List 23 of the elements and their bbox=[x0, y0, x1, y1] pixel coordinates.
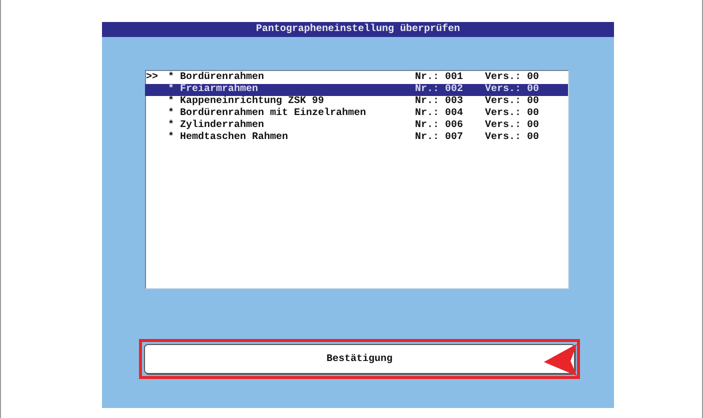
current-marker: >> bbox=[146, 72, 160, 84]
pointer-arrow-icon bbox=[543, 344, 577, 376]
frame-name: * Freiarmrahmen bbox=[168, 84, 260, 96]
frame-version: Vers.: 00 bbox=[485, 84, 540, 96]
frame-number: Nr.: 002 bbox=[415, 84, 464, 96]
frame-version[interactable]: Vers.: 00 bbox=[485, 108, 540, 120]
window-title: Pantographeneinstellung überprüfen bbox=[102, 22, 614, 37]
frame-number[interactable]: Nr.: 006 bbox=[415, 120, 485, 132]
frame-name[interactable]: * Hemdtaschen Rahmen bbox=[168, 132, 415, 144]
frame-version[interactable]: Vers.: 00 bbox=[485, 132, 540, 144]
frame-number[interactable]: Nr.: 001 bbox=[415, 72, 485, 84]
frame-number[interactable]: Nr.: 003 bbox=[415, 96, 485, 108]
frame-name[interactable]: * Bordürenrahmen bbox=[168, 72, 415, 84]
frame-version[interactable]: Vers.: 00 bbox=[485, 120, 540, 132]
frame-name[interactable]: * Bordürenrahmen mit Einzelrahmen bbox=[168, 108, 415, 120]
frame-version[interactable]: Vers.: 00 bbox=[485, 72, 540, 84]
frame-version[interactable]: Vers.: 00 bbox=[485, 96, 540, 108]
frame-name[interactable]: * Kappeneinrichtung ZSK 99 bbox=[168, 96, 415, 108]
frame-name[interactable]: * Zylinderrahmen bbox=[168, 120, 415, 132]
frame-number[interactable]: Nr.: 007 bbox=[415, 132, 485, 144]
list-row-highlight[interactable]: * Freiarmrahmen Nr.: 002 Vers.: 00 bbox=[145, 84, 568, 96]
confirm-button[interactable]: Bestätigung bbox=[144, 344, 575, 374]
frame-number[interactable]: Nr.: 004 bbox=[415, 108, 485, 120]
